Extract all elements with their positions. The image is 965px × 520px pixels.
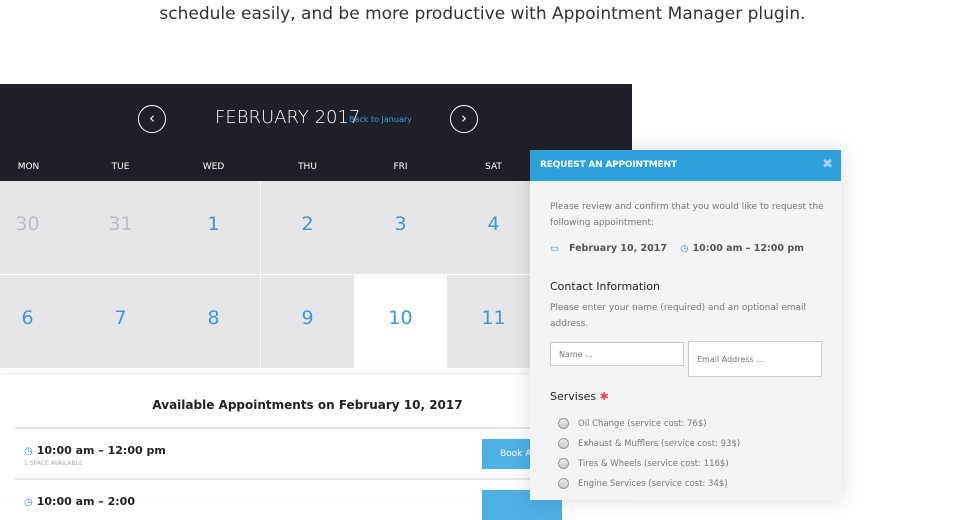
service-label: Oil Change (service cost: 76$) bbox=[578, 418, 707, 429]
day-cell[interactable]: 1 bbox=[167, 181, 260, 274]
calendar-icon: ▭ bbox=[550, 243, 559, 254]
clock-icon: ◷ bbox=[680, 243, 689, 254]
clock-icon: ◷ bbox=[24, 446, 33, 457]
divider bbox=[15, 478, 615, 480]
back-to-january-link[interactable]: Back to January bbox=[349, 115, 412, 124]
contact-heading: Contact Information bbox=[550, 280, 660, 293]
close-icon[interactable]: ✖ bbox=[822, 157, 833, 172]
slot-time: ◷ 10:00 am – 12:00 pm bbox=[24, 444, 166, 457]
service-option[interactable]: Oil Change (service cost: 76$) bbox=[558, 418, 707, 429]
divider bbox=[15, 427, 615, 429]
modal-intro: Please review and confirm that you would… bbox=[550, 202, 824, 228]
appointment-summary: ▭ February 10, 2017 ◷ 10:00 am – 12:00 pm bbox=[550, 243, 814, 254]
appointment-time: 10:00 am – 12:00 pm bbox=[692, 243, 805, 254]
required-icon: ✱ bbox=[599, 390, 609, 403]
day-cell[interactable]: 9 bbox=[261, 275, 354, 368]
weekday-label: SAT bbox=[485, 162, 502, 172]
radio-button[interactable] bbox=[558, 458, 569, 469]
day-cell[interactable]: 30 bbox=[0, 181, 74, 274]
radio-button[interactable] bbox=[558, 478, 569, 489]
day-cell[interactable]: 2 bbox=[261, 181, 354, 274]
weekday-label: FRI bbox=[393, 162, 408, 172]
available-title: Available Appointments on February 10, 2… bbox=[152, 398, 463, 412]
radio-button[interactable] bbox=[558, 418, 569, 429]
service-label: Engine Services (service cost: 34$) bbox=[578, 478, 728, 489]
service-label: Tires & Wheels (service cost: 116$) bbox=[578, 458, 729, 469]
day-cell[interactable]: 31 bbox=[74, 181, 167, 274]
next-month-button[interactable]: › bbox=[450, 105, 478, 133]
services-heading-text: Servises bbox=[550, 390, 597, 403]
day-cell[interactable]: 4 bbox=[447, 181, 540, 274]
day-cell-selected[interactable]: 10 bbox=[354, 275, 447, 368]
month-title: FEBRUARY 2017 bbox=[215, 107, 361, 128]
weekday-label: THU bbox=[298, 162, 317, 172]
name-input[interactable] bbox=[550, 342, 684, 366]
weekday-label: MON bbox=[17, 162, 40, 172]
slot-time-text: 10:00 am – 2:00 bbox=[36, 495, 135, 508]
weekday-label: TUE bbox=[111, 162, 130, 172]
day-cell[interactable]: 7 bbox=[74, 275, 167, 368]
service-label: Exhaust & Mufflers (service cost: 93$) bbox=[578, 438, 741, 449]
clock-icon: ◷ bbox=[24, 497, 33, 508]
weekday-label: WED bbox=[202, 162, 225, 172]
slot-time-text: 10:00 am – 12:00 pm bbox=[36, 444, 166, 457]
radio-button[interactable] bbox=[558, 438, 569, 449]
prev-month-button[interactable]: ‹ bbox=[138, 105, 166, 133]
slot-spaces: 1 SPACE AVAILABLE bbox=[24, 460, 83, 467]
day-cell[interactable]: 6 bbox=[0, 275, 74, 368]
email-input[interactable] bbox=[688, 341, 822, 377]
day-cell[interactable]: 3 bbox=[354, 181, 447, 274]
request-appointment-modal: REQUEST AN APPOINTMENT ✖ Please review a… bbox=[530, 150, 841, 500]
day-cell[interactable]: 11 bbox=[447, 275, 540, 368]
day-cell[interactable]: 8 bbox=[167, 275, 260, 368]
service-option[interactable]: Engine Services (service cost: 34$) bbox=[558, 478, 728, 489]
intro-text: schedule easily, and be more productive … bbox=[159, 4, 806, 24]
modal-title: REQUEST AN APPOINTMENT bbox=[530, 150, 841, 181]
service-option[interactable]: Exhaust & Mufflers (service cost: 93$) bbox=[558, 438, 740, 449]
service-option[interactable]: Tires & Wheels (service cost: 116$) bbox=[558, 458, 729, 469]
appointment-date: February 10, 2017 bbox=[568, 243, 667, 254]
contact-text: Please enter your name (required) and an… bbox=[550, 303, 807, 329]
slot-time: ◷ 10:00 am – 2:00 bbox=[24, 495, 135, 508]
services-heading: Servises ✱ bbox=[550, 390, 609, 403]
